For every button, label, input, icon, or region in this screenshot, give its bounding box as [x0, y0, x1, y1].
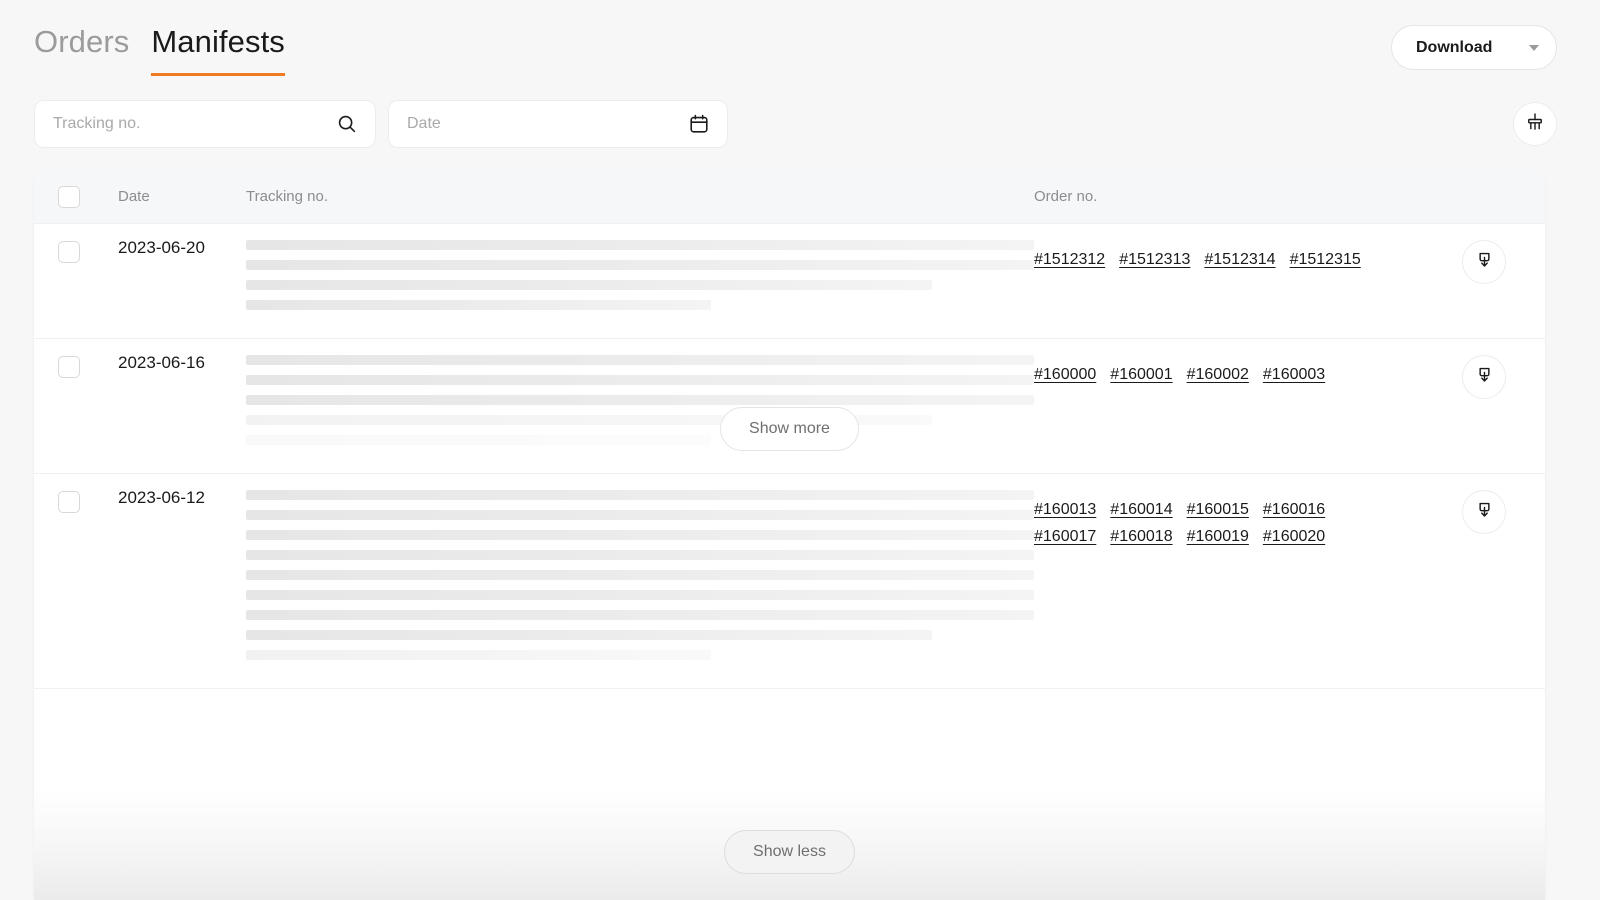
tracking-placeholder-bar [246, 280, 932, 290]
table-header-row: Date Tracking no. Order no. [34, 170, 1545, 224]
tab-manifests[interactable]: Manifests [151, 22, 285, 76]
select-all-cell [34, 186, 118, 208]
row-date-cell: 2023-06-20 [118, 224, 246, 338]
tracking-placeholder-bar [246, 590, 1034, 600]
download-button[interactable]: Download [1391, 25, 1557, 70]
row-date: 2023-06-20 [118, 238, 246, 258]
row-select-cell [34, 474, 118, 688]
date-input[interactable] [389, 101, 727, 147]
search-input[interactable] [35, 101, 375, 147]
order-link-list: #160000 #160001 #160002 #160003 [1034, 353, 1364, 384]
table-body: 2023-06-20#1512312#1512313#1512314#15123… [34, 224, 1545, 689]
row-select-cell [34, 224, 118, 338]
tracking-placeholder-bar [246, 240, 1034, 250]
row-date: 2023-06-16 [118, 353, 246, 373]
tracking-placeholder-bar [246, 650, 711, 660]
download-icon [1475, 250, 1494, 274]
row-download-button[interactable] [1462, 490, 1506, 534]
show-less-button[interactable]: Show less [724, 830, 855, 874]
tracking-placeholder-bar [246, 630, 932, 640]
table-row: 2023-06-20#1512312#1512313#1512314#15123… [34, 224, 1545, 339]
order-link[interactable]: #160003 [1263, 366, 1325, 384]
order-link[interactable]: #1512312 [1034, 251, 1105, 269]
order-link[interactable]: #1512314 [1204, 251, 1275, 269]
tracking-placeholder-bar [246, 510, 1034, 520]
download-icon [1475, 500, 1494, 524]
row-download-button[interactable] [1462, 355, 1506, 399]
row-checkbox[interactable] [58, 356, 80, 378]
date-field[interactable] [388, 100, 728, 148]
chevron-down-icon [1529, 45, 1539, 51]
tracking-placeholder-bar [246, 530, 1034, 540]
search-icon[interactable] [335, 112, 359, 136]
row-order-cell: #1512312 #1512313 #1512314 #1512315 [1034, 224, 1454, 338]
row-download-button[interactable] [1462, 240, 1506, 284]
filter-bar [34, 100, 728, 148]
tracking-placeholder-bar [246, 570, 1034, 580]
calendar-icon[interactable] [687, 112, 711, 136]
manifests-page: Orders Manifests Download [0, 0, 1600, 900]
row-checkbox[interactable] [58, 491, 80, 513]
order-link[interactable]: #160018 [1110, 528, 1172, 546]
tracking-placeholder-bar [246, 355, 1034, 365]
row-date: 2023-06-12 [118, 488, 246, 508]
row-checkbox[interactable] [58, 241, 80, 263]
tab-orders[interactable]: Orders [34, 22, 129, 76]
tracking-placeholder-bar [246, 375, 1034, 385]
broom-icon [1525, 112, 1545, 137]
row-order-cell: #160013 #160014 #160015 #160016 #160017 #1600… [1034, 474, 1454, 688]
order-link[interactable]: #1512315 [1290, 251, 1361, 269]
order-link[interactable]: #160019 [1187, 528, 1249, 546]
row-date-cell: 2023-06-12 [118, 474, 246, 688]
column-header-date: Date [118, 188, 246, 205]
tracking-field[interactable] [34, 100, 376, 148]
download-button-label: Download [1416, 39, 1492, 57]
clear-filters-button[interactable] [1513, 102, 1557, 146]
page-tabs: Orders Manifests [34, 22, 285, 76]
row-tracking-cell [246, 474, 1034, 688]
table-row: 2023-06-12#160013#160014#160015#160016#1… [34, 474, 1545, 689]
order-link[interactable]: #160015 [1187, 501, 1249, 519]
show-more-container: Show more [34, 397, 1545, 473]
tracking-placeholder-bar [246, 550, 1034, 560]
order-link-list: #1512312 #1512313 #1512314 #1512315 [1034, 238, 1364, 269]
order-link[interactable]: #160000 [1034, 366, 1096, 384]
show-less-container: Show less [34, 830, 1545, 874]
column-header-order: Order no. [1034, 188, 1454, 205]
row-tracking-cell [246, 224, 1034, 338]
table-row: 2023-06-16 #160000 #160001 #160002 #160003 Sh… [34, 339, 1545, 474]
order-link[interactable]: #160016 [1263, 501, 1325, 519]
tracking-placeholder-bar [246, 300, 711, 310]
column-header-tracking: Tracking no. [246, 188, 1034, 205]
row-actions-cell [1454, 224, 1545, 338]
manifests-table: Date Tracking no. Order no. 2023-06-20 #1… [34, 170, 1545, 900]
order-link[interactable]: #1512313 [1119, 251, 1190, 269]
order-link[interactable]: #160020 [1263, 528, 1325, 546]
order-link[interactable]: #160017 [1034, 528, 1096, 546]
tracking-placeholder-bar [246, 490, 1034, 500]
order-link[interactable]: #160014 [1110, 501, 1172, 519]
order-link[interactable]: #160002 [1187, 366, 1249, 384]
download-icon [1475, 365, 1494, 389]
select-all-checkbox[interactable] [58, 186, 80, 208]
tracking-placeholder-bar [246, 610, 1034, 620]
tracking-placeholder-bar [246, 260, 1034, 270]
order-link[interactable]: #160001 [1110, 366, 1172, 384]
order-link[interactable]: #160013 [1034, 501, 1096, 519]
show-more-button[interactable]: Show more [720, 407, 859, 451]
order-link-list: #160013 #160014 #160015 #160016 #160017 #1600… [1034, 488, 1364, 546]
